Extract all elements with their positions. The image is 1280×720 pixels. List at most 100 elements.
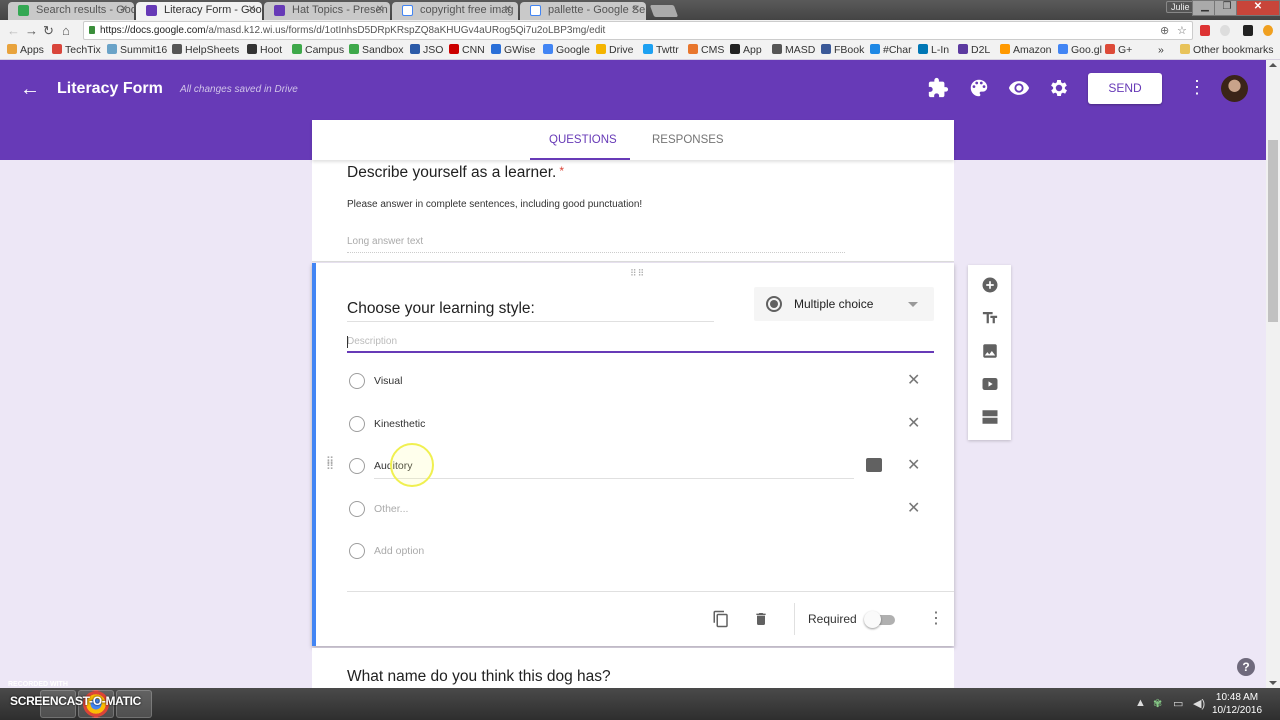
question-title-input[interactable]: Choose your learning style: (347, 300, 714, 322)
forward-nav-icon[interactable]: → (25, 23, 38, 38)
option-row[interactable]: Visual ✕ (347, 367, 937, 397)
option-row[interactable]: Auditory ✕ (347, 452, 937, 482)
bookmark-jso[interactable]: JSO (410, 44, 443, 56)
bookmark-l-in[interactable]: L-In (918, 44, 949, 56)
add-question-icon[interactable] (981, 276, 999, 294)
description-input[interactable]: Description (347, 333, 934, 353)
required-toggle[interactable] (864, 611, 881, 628)
bookmark-char[interactable]: #Char (870, 44, 912, 56)
addons-puzzle-icon[interactable] (927, 77, 949, 99)
question-more-icon[interactable]: ⋮ (928, 608, 944, 628)
close-tab-icon[interactable]: ✕ (376, 4, 384, 15)
option-drag-handle-icon[interactable]: ⠿ ⠿ (326, 457, 334, 473)
close-tab-icon[interactable]: ✕ (248, 4, 256, 15)
drag-handle-icon[interactable]: ⠿⠿ (630, 268, 645, 279)
scroll-up-icon[interactable] (1269, 63, 1277, 67)
browser-tab-copyright-free[interactable]: copyright free imag ✕ (392, 2, 518, 20)
scrollbar-thumb[interactable] (1268, 140, 1278, 322)
close-tab-icon[interactable]: ✕ (632, 4, 640, 15)
send-button[interactable]: SEND (1088, 73, 1162, 104)
add-image-icon[interactable] (866, 458, 882, 472)
back-nav-icon[interactable]: ← (7, 23, 20, 38)
close-window-button[interactable]: ✕ (1236, 0, 1280, 16)
preview-eye-icon[interactable] (1008, 77, 1030, 99)
settings-gear-icon[interactable] (1048, 77, 1070, 99)
extension-icon[interactable] (1200, 25, 1210, 36)
bookmark-helpsheets[interactable]: HelpSheets (172, 44, 239, 56)
remove-option-icon[interactable]: ✕ (907, 413, 920, 433)
bookmark-hoot[interactable]: Hoot (247, 44, 282, 56)
remove-option-icon[interactable]: ✕ (907, 498, 920, 518)
option-label-input[interactable]: Visual (374, 375, 402, 387)
question-card-dog-name[interactable]: What name do you think this dog has? (312, 648, 954, 688)
other-option-placeholder[interactable]: Other... (374, 503, 408, 515)
taskbar-clock[interactable]: 10:48 AM 10/12/2016 (1212, 691, 1262, 717)
bookmark-cms[interactable]: CMS (688, 44, 724, 56)
new-tab-button[interactable] (649, 5, 679, 17)
question-type-dropdown[interactable]: Multiple choice (754, 287, 934, 321)
profile-badge[interactable]: Julie (1166, 1, 1195, 13)
tab-responses[interactable]: RESPONSES (652, 134, 724, 146)
bookmark-techtix[interactable]: TechTix (52, 44, 101, 56)
bookmark-g[interactable]: G+ (1105, 44, 1132, 56)
add-image-icon[interactable] (981, 342, 999, 360)
bookmark-summit16[interactable]: Summit16 (107, 44, 167, 56)
bookmark-sandbox[interactable]: Sandbox (349, 44, 403, 56)
extension-icon[interactable] (1220, 25, 1230, 36)
tray-network-icon[interactable]: ▭ (1173, 697, 1183, 710)
tab-questions[interactable]: QUESTIONS (549, 134, 617, 146)
other-bookmarks-folder[interactable]: Other bookmarks (1180, 44, 1274, 56)
avatar[interactable] (1221, 75, 1248, 102)
extension-icon[interactable] (1263, 25, 1273, 36)
remove-option-icon[interactable]: ✕ (907, 455, 920, 475)
bookmark-amazon[interactable]: Amazon (1000, 44, 1052, 56)
palette-icon[interactable] (968, 77, 990, 99)
bookmark-google[interactable]: Google (543, 44, 590, 56)
scroll-down-icon[interactable] (1269, 681, 1277, 685)
home-icon[interactable]: ⌂ (62, 23, 70, 38)
add-video-icon[interactable] (981, 375, 999, 393)
reload-icon[interactable]: ↻ (43, 23, 54, 39)
duplicate-icon[interactable] (712, 609, 730, 629)
close-tab-icon[interactable]: ✕ (120, 4, 128, 15)
bookmark-gwise[interactable]: GWise (491, 44, 536, 56)
question-card-learning-style[interactable]: ⠿⠿ Choose your learning style: Multiple … (312, 263, 954, 646)
browser-tab-pallette[interactable]: pallette - Google Se ✕ (520, 2, 646, 20)
add-section-icon[interactable] (981, 408, 999, 426)
help-icon[interactable]: ? (1237, 658, 1255, 676)
bookmark-drive[interactable]: Drive (596, 44, 634, 56)
bookmark-campus[interactable]: Campus (292, 44, 344, 56)
tray-volume-icon[interactable]: ◀) (1193, 697, 1205, 710)
option-row[interactable]: Kinesthetic ✕ (347, 410, 937, 440)
delete-trash-icon[interactable] (753, 609, 769, 629)
option-row-other[interactable]: Other... ✕ (347, 495, 937, 525)
tray-network-app-icon[interactable]: ✾ (1153, 697, 1162, 710)
page-scrollbar[interactable] (1266, 60, 1280, 688)
question-card-describe[interactable]: Describe yourself as a learner. * Please … (312, 160, 954, 262)
extension-icon[interactable] (1243, 25, 1253, 36)
bookmark-star-icon[interactable]: ☆ (1177, 24, 1187, 37)
option-label-input[interactable]: Kinesthetic (374, 418, 425, 430)
browser-tab-search-results[interactable]: Search results - Goo ✕ (8, 2, 134, 20)
add-option-row[interactable]: Add option (347, 537, 937, 567)
browser-tab-hat-topics[interactable]: Hat Topics - Presen ✕ (264, 2, 390, 20)
bookmark-twttr[interactable]: Twttr (643, 44, 679, 56)
bookmark-cnn[interactable]: CNN (449, 44, 485, 56)
bookmark-app[interactable]: App (730, 44, 762, 56)
form-title[interactable]: Literacy Form (57, 80, 163, 98)
bookmarks-overflow-button[interactable]: » (1158, 44, 1164, 56)
bookmark-fbook[interactable]: FBook (821, 44, 864, 56)
add-option-link[interactable]: Add option (374, 545, 424, 557)
zoom-icon[interactable]: ⊕ (1160, 24, 1169, 37)
bookmark-masd[interactable]: MASD (772, 44, 815, 56)
show-hidden-icons[interactable]: ▲ (1135, 697, 1146, 709)
add-title-text-icon[interactable] (981, 309, 999, 327)
bookmark-goo-gl[interactable]: Goo.gl (1058, 44, 1102, 56)
remove-option-icon[interactable]: ✕ (907, 370, 920, 390)
browser-tab-literacy-form[interactable]: Literacy Form - Goo ✕ (136, 2, 262, 20)
close-tab-icon[interactable]: ✕ (504, 4, 512, 15)
address-bar[interactable]: https://docs.google.com/a/masd.k12.wi.us… (83, 21, 1193, 40)
more-vert-icon[interactable]: ⋮ (1188, 77, 1206, 98)
bookmark-d2l[interactable]: D2L (958, 44, 990, 56)
bookmark-apps[interactable]: Apps (7, 44, 44, 56)
